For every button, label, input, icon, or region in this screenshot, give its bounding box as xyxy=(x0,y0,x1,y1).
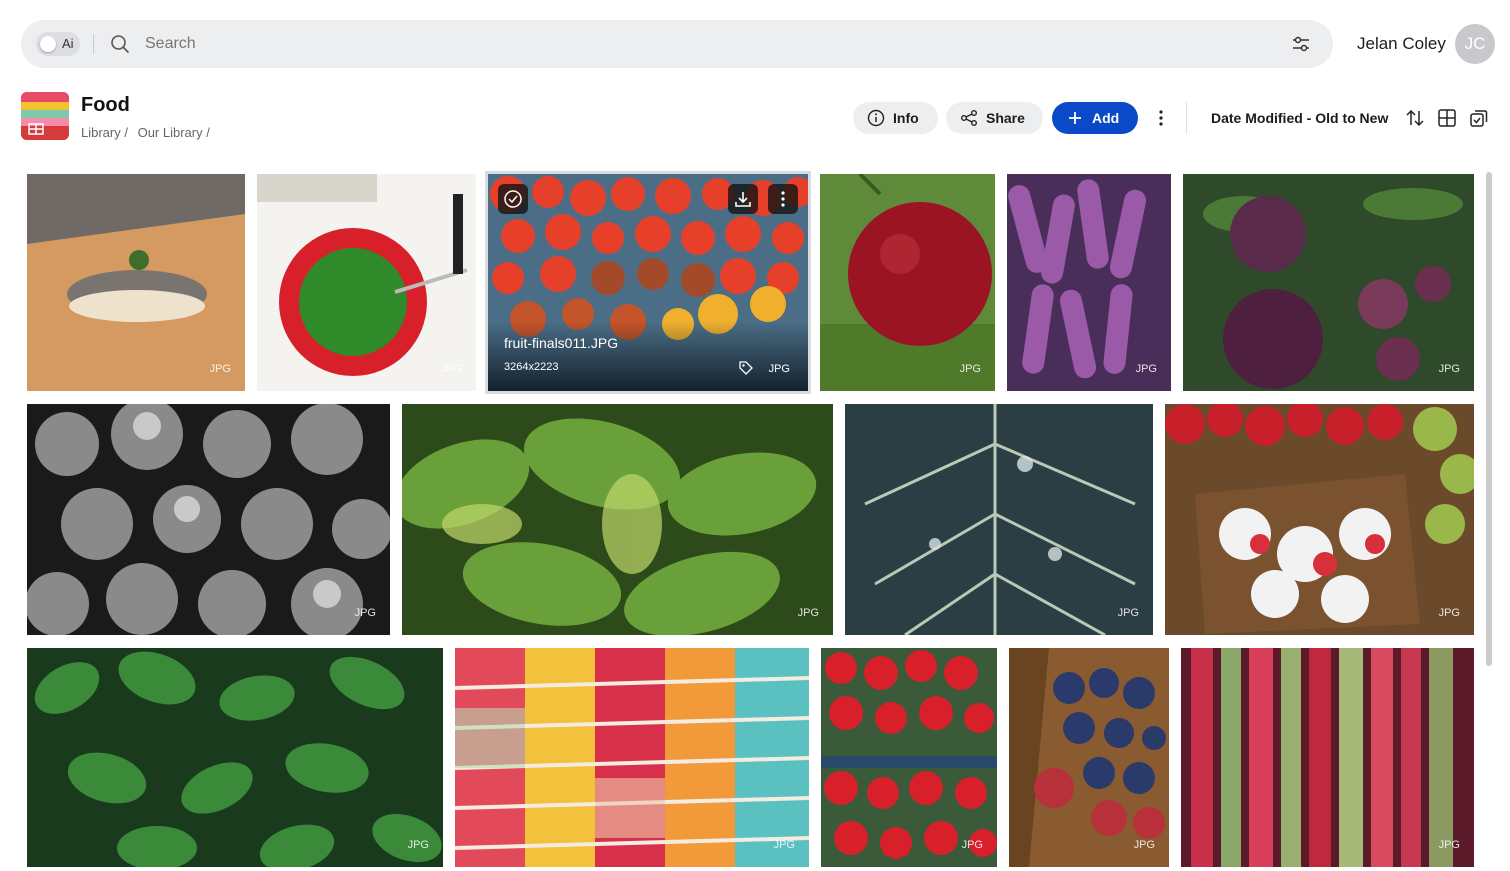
asset-tile[interactable]: JPG xyxy=(1007,174,1171,391)
info-icon xyxy=(867,109,885,127)
format-badge: JPG xyxy=(1135,363,1157,375)
format-badge: JPG xyxy=(961,839,983,851)
asset-tile-selected[interactable]: fruit-finals011.JPG 3264x2223 JPG xyxy=(485,171,811,394)
sort-arrows-icon[interactable] xyxy=(1405,108,1425,128)
more-vertical-icon xyxy=(781,191,785,207)
info-button[interactable]: Info xyxy=(853,102,938,134)
select-checkbox[interactable] xyxy=(498,184,528,214)
share-button-label: Share xyxy=(986,110,1025,126)
asset-image xyxy=(1165,404,1474,635)
share-icon xyxy=(961,110,977,126)
format-badge: JPG xyxy=(959,363,981,375)
asset-image xyxy=(820,174,995,391)
tag-icon[interactable] xyxy=(738,360,754,376)
search-bar: Ai xyxy=(21,20,1333,68)
asset-tile[interactable]: JPG xyxy=(402,404,833,635)
breadcrumb-our-library[interactable]: Our Library / xyxy=(138,125,210,140)
format-badge: JPG xyxy=(1438,839,1460,851)
ai-toggle-label: Ai xyxy=(62,36,74,51)
info-button-label: Info xyxy=(893,110,919,126)
asset-image xyxy=(27,174,245,391)
page-title: Food xyxy=(81,94,130,116)
share-button[interactable]: Share xyxy=(946,102,1043,134)
add-button-label: Add xyxy=(1092,110,1120,126)
format-badge: JPG xyxy=(773,839,795,851)
format-badge: JPG xyxy=(797,607,819,619)
format-badge: JPG xyxy=(209,363,231,375)
asset-tile[interactable]: JPG xyxy=(27,174,245,391)
asset-image xyxy=(1009,648,1169,867)
breadcrumb: Library / Our Library / xyxy=(81,125,216,140)
folder-thumbnail xyxy=(21,92,69,140)
asset-image xyxy=(1007,174,1171,391)
multi-select-icon[interactable] xyxy=(1469,108,1489,128)
breadcrumb-library[interactable]: Library / xyxy=(81,125,128,140)
search-input[interactable] xyxy=(145,32,1145,56)
asset-image xyxy=(1183,174,1474,391)
format-badge: JPG xyxy=(768,363,790,375)
format-badge: JPG xyxy=(1117,607,1139,619)
asset-more-button[interactable] xyxy=(768,184,798,214)
scrollbar[interactable] xyxy=(1486,172,1492,666)
download-button[interactable] xyxy=(728,184,758,214)
asset-tile[interactable]: JPG xyxy=(257,174,476,391)
plus-icon xyxy=(1069,112,1081,124)
search-divider xyxy=(93,34,94,54)
format-badge: JPG xyxy=(354,607,376,619)
search-icon xyxy=(111,35,129,53)
asset-tile[interactable]: JPG xyxy=(27,648,443,867)
asset-image xyxy=(257,174,476,391)
asset-image xyxy=(821,648,997,867)
ai-toggle[interactable]: Ai xyxy=(36,32,80,56)
asset-tile[interactable]: JPG xyxy=(820,174,995,391)
format-badge: JPG xyxy=(1438,363,1460,375)
avatar[interactable]: JC xyxy=(1455,24,1495,64)
asset-tile[interactable]: JPG xyxy=(1165,404,1474,635)
asset-image xyxy=(455,648,809,867)
format-badge: JPG xyxy=(1438,607,1460,619)
sort-dropdown[interactable]: Date Modified - Old to New xyxy=(1211,110,1388,126)
asset-tile[interactable]: JPG xyxy=(1009,648,1169,867)
format-badge: JPG xyxy=(440,363,462,375)
asset-image xyxy=(402,404,833,635)
toolbar-divider xyxy=(1186,102,1187,134)
grid-layout-icon[interactable] xyxy=(1437,108,1457,128)
filter-sliders-icon[interactable] xyxy=(1291,34,1311,54)
asset-dimensions: 3264x2223 xyxy=(504,361,559,373)
tile-overlay-shade xyxy=(488,321,808,391)
download-icon xyxy=(735,192,751,207)
format-badge: JPG xyxy=(407,839,429,851)
asset-image xyxy=(27,404,390,635)
asset-tile[interactable]: JPG xyxy=(27,404,390,635)
format-badge: JPG xyxy=(1133,839,1155,851)
asset-tile[interactable]: JPG xyxy=(455,648,809,867)
asset-filename: fruit-finals011.JPG xyxy=(504,335,619,351)
add-button[interactable]: Add xyxy=(1052,102,1138,134)
ai-toggle-knob[interactable] xyxy=(40,36,56,52)
user-name[interactable]: Jelan Coley xyxy=(1357,34,1446,54)
asset-image xyxy=(1181,648,1474,867)
asset-tile[interactable]: JPG xyxy=(845,404,1153,635)
asset-image xyxy=(27,648,443,867)
asset-tile[interactable]: JPG xyxy=(1181,648,1474,867)
asset-image xyxy=(845,404,1153,635)
asset-tile[interactable]: JPG xyxy=(1183,174,1474,391)
more-vertical-icon[interactable] xyxy=(1151,108,1171,128)
check-circle-icon xyxy=(504,190,522,208)
asset-tile[interactable]: JPG xyxy=(821,648,997,867)
